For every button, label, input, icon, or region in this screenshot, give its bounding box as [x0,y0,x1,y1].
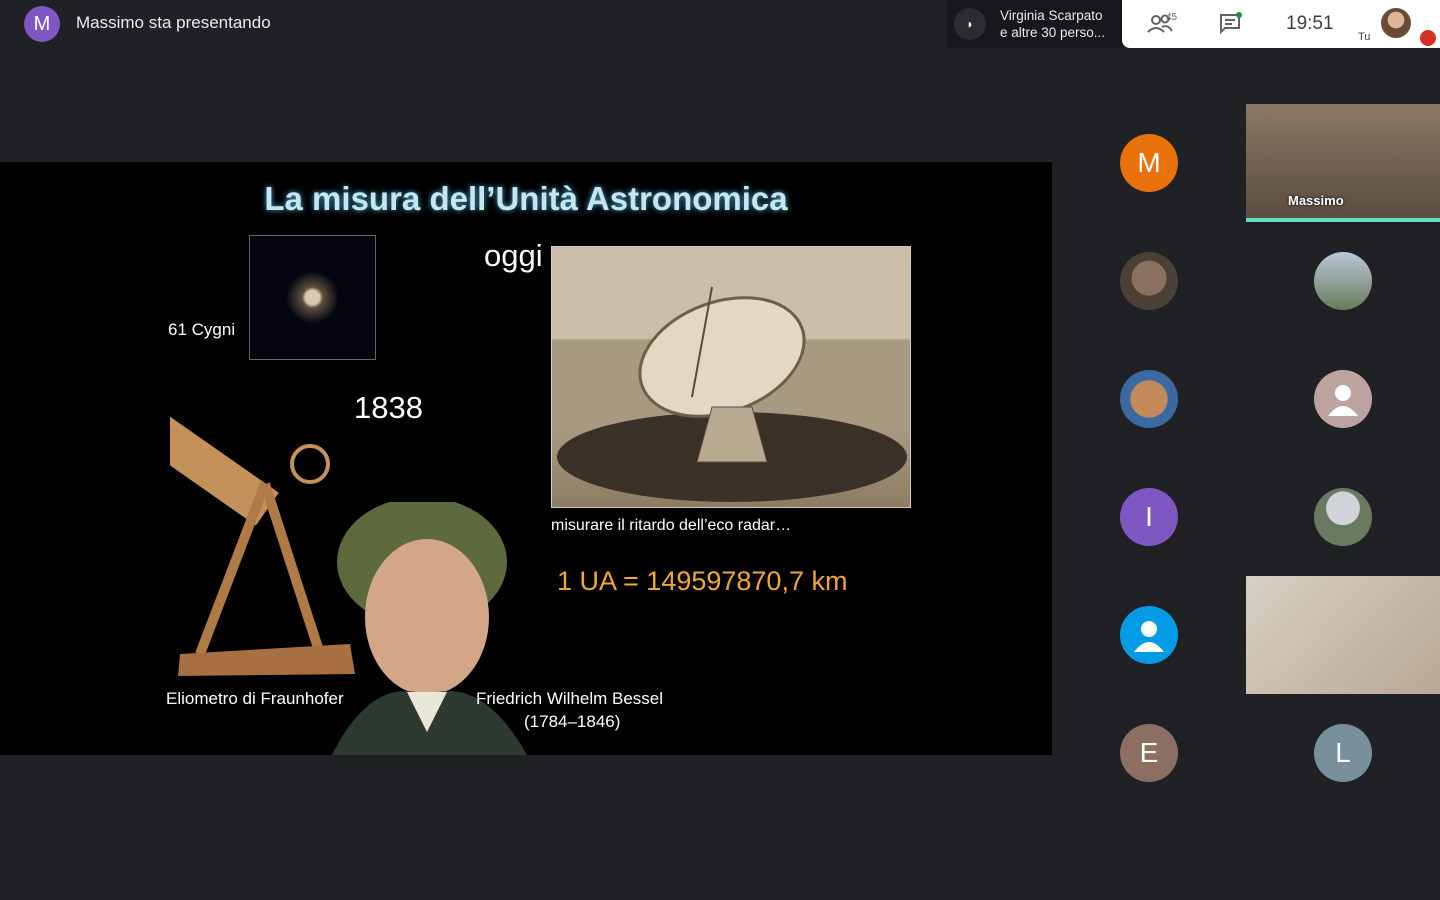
participant-avatar: M [1120,134,1178,192]
participant-tile[interactable] [1246,222,1440,340]
radar-antenna-image [551,246,911,508]
year-label: 1838 [354,390,423,425]
participant-avatar [1120,370,1178,428]
bessel-portrait [332,502,527,755]
clock: 19:51 [1286,13,1334,34]
bessel-name: Friedrich Wilhelm Bessel [476,689,664,708]
participant-avatar [1314,488,1372,546]
mic-off-icon [1420,30,1436,46]
active-speaker-video[interactable]: Massimo [1246,104,1440,222]
participant-grid: M Massimo I E L [1052,104,1440,812]
participant-count: 45 [1166,12,1178,23]
participant-avatar-icon: ◗ [954,8,986,40]
speaker-name: Massimo [1288,193,1344,208]
notification-others: e altre 30 perso... [1000,25,1106,40]
default-avatar-icon [1120,606,1178,664]
join-notification[interactable]: ◗ Virginia Scarpato e altre 30 perso... [946,0,1122,48]
shared-slide: La misura dell’Unità Astronomica 61 Cygn… [0,162,1052,755]
participant-video[interactable] [1246,576,1440,694]
participant-avatar [1120,252,1178,310]
participant-tile[interactable]: E [1052,694,1246,812]
notification-name: Virginia Scarpato [1000,8,1103,23]
slide-title: La misura dell’Unità Astronomica [264,180,788,217]
participant-tile[interactable] [1052,340,1246,458]
meeting-controls: 45 19:51 Tu [1122,0,1440,48]
default-avatar-icon [1314,370,1372,428]
today-label: oggi [484,238,543,273]
participant-avatar: E [1120,724,1178,782]
bessel-dates: (1784–1846) [524,712,621,731]
participant-tile[interactable] [1246,458,1440,576]
presenter-avatar: M [24,6,60,42]
self-avatar[interactable] [1381,8,1411,38]
heliometer-label: Eliometro di Fraunhofer [166,689,344,708]
participant-avatar [1314,252,1372,310]
participant-tile[interactable] [1052,576,1246,694]
self-label: Tu [1358,31,1371,43]
radar-caption: misurare il ritardo dell’eco radar… [551,517,792,534]
participant-avatar: L [1314,724,1372,782]
au-value: 1 UA = 149597870,7 km [557,566,848,596]
chat-icon[interactable] [1218,12,1244,36]
participant-tile[interactable] [1052,222,1246,340]
participant-avatar: I [1120,488,1178,546]
participant-tile[interactable]: M [1052,104,1246,222]
presenter-status: Massimo sta presentando [76,13,271,32]
participant-tile[interactable] [1246,340,1440,458]
participant-tile[interactable]: L [1246,694,1440,812]
star-field-image [249,235,376,360]
participant-tile[interactable]: I [1052,458,1246,576]
star-label: 61 Cygni [168,320,236,339]
